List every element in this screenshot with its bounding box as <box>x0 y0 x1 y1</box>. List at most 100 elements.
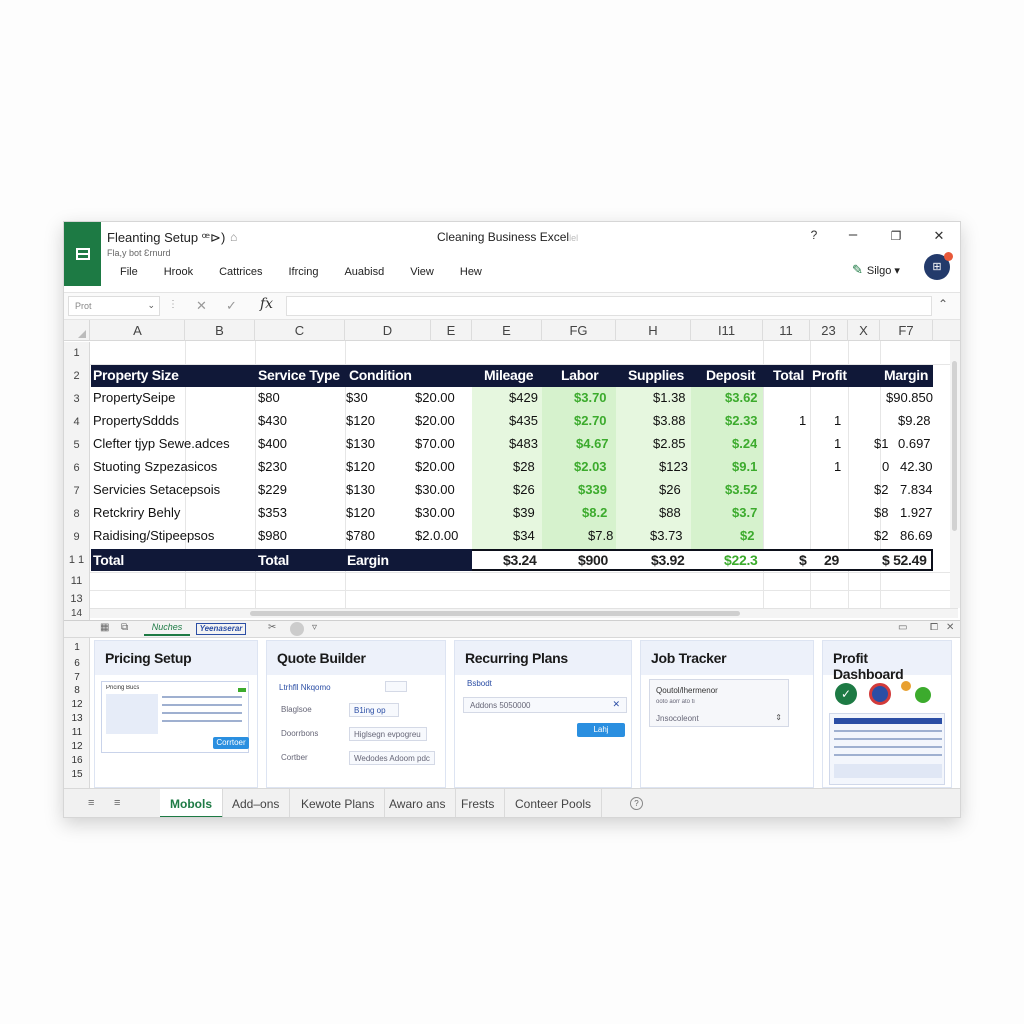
total-labor[interactable]: $900 <box>578 552 608 568</box>
header-property-size[interactable]: Property Size <box>93 367 179 383</box>
table-cell[interactable]: $90.850 <box>886 390 933 405</box>
help-circle-icon[interactable]: ? <box>630 797 643 810</box>
table-cell[interactable]: $1 <box>874 436 888 451</box>
row-header[interactable]: 12 <box>64 699 90 710</box>
row-header[interactable]: 6 <box>64 658 90 669</box>
quote-field[interactable]: B1ing op <box>349 703 399 717</box>
cancel-icon[interactable]: ✕ <box>196 298 207 314</box>
table-cell[interactable]: $2 <box>740 528 754 543</box>
row-header[interactable]: 7 <box>64 480 90 503</box>
formula-input[interactable] <box>286 296 932 316</box>
table-cell[interactable]: Retckriry Behly <box>93 505 253 520</box>
table-cell[interactable]: PropertySddds <box>93 413 253 428</box>
row-header[interactable]: 3 <box>64 388 90 411</box>
more-options-icon[interactable]: ⋮ <box>168 299 178 310</box>
header-supplies[interactable]: Supplies <box>628 367 684 383</box>
row-header[interactable]: 1 <box>64 642 90 653</box>
row-header[interactable]: 2 <box>64 365 90 388</box>
table-cell[interactable]: $7.8 <box>588 528 613 543</box>
sheet-tab-conteer-pools[interactable]: Conteer Pools <box>505 789 603 817</box>
column-header-d[interactable]: D <box>345 320 431 341</box>
total-label[interactable]: Total <box>93 552 124 568</box>
table-cell[interactable]: 1 <box>799 413 806 428</box>
table-cell[interactable]: $8 <box>874 505 888 520</box>
column-header-x[interactable]: X <box>848 320 880 341</box>
list-icon[interactable]: ≡ <box>114 797 120 809</box>
table-cell[interactable]: $2 <box>874 528 888 543</box>
sheet-tab-frests[interactable]: Frests <box>451 789 506 817</box>
close-pane-icon[interactable]: ✕ <box>946 622 954 633</box>
column-header-f7[interactable]: F7 <box>880 320 933 341</box>
table-cell[interactable]: $120 <box>346 459 375 474</box>
header-deposit[interactable]: Deposit <box>706 367 756 383</box>
table-cell[interactable]: $1.38 <box>653 390 686 405</box>
quote-item[interactable]: Blaglsoe <box>281 705 312 714</box>
row-header[interactable]: 1 1 <box>64 549 90 572</box>
scroll-thumb[interactable] <box>952 361 957 531</box>
row-header[interactable]: 4 <box>64 411 90 434</box>
table-cell[interactable]: $120 <box>346 505 375 520</box>
menu-file[interactable]: File <box>120 266 138 278</box>
table-cell[interactable]: Clefter tjyp Sewe.adces <box>93 436 255 451</box>
table-cell[interactable]: $430 <box>258 413 287 428</box>
table-cell[interactable]: Servicies Setacepsois <box>93 482 255 497</box>
header-labor[interactable]: Labor <box>561 367 599 383</box>
table-cell[interactable]: $130 <box>346 436 375 451</box>
table-cell[interactable]: $8.2 <box>582 505 607 520</box>
table-cell[interactable]: $26 <box>659 482 681 497</box>
column-header-23[interactable]: 23 <box>810 320 848 341</box>
table-cell[interactable]: $2.0.00 <box>415 528 458 543</box>
insert-function-icon[interactable]: fx <box>260 296 273 312</box>
table-cell[interactable]: $3.52 <box>725 482 758 497</box>
panel-icon[interactable]: ▭ <box>898 622 907 633</box>
table-cell[interactable]: 7.834 <box>900 482 933 497</box>
table-cell[interactable]: $30.00 <box>415 482 455 497</box>
column-header-fg[interactable]: FG <box>542 320 616 341</box>
table-cell[interactable]: $9.28 <box>898 413 931 428</box>
scroll-thumb[interactable] <box>250 611 740 616</box>
table-cell[interactable]: $3.62 <box>725 390 758 405</box>
row-header[interactable]: 16 <box>64 755 90 766</box>
header-margin[interactable]: Margin <box>884 367 928 383</box>
menu-icon[interactable]: ≡ <box>88 797 94 809</box>
table-cell[interactable]: $3.73 <box>650 528 683 543</box>
table-cell[interactable]: $353 <box>258 505 287 520</box>
help-icon[interactable]: ? <box>804 228 824 242</box>
table-cell[interactable]: $483 <box>509 436 538 451</box>
total-supplies[interactable]: $3.92 <box>651 552 685 568</box>
header-service-type[interactable]: Service Type <box>258 367 340 383</box>
header-total[interactable]: Total <box>773 367 804 383</box>
quote-toggle[interactable] <box>385 681 407 692</box>
table-cell[interactable]: Stuoting Szpezasicos <box>93 459 255 474</box>
total-deposit[interactable]: $22.3 <box>724 552 758 568</box>
table-cell[interactable]: $26 <box>513 482 535 497</box>
column-header-e2[interactable]: E <box>472 320 542 341</box>
row-header[interactable]: 8 <box>64 503 90 526</box>
table-cell[interactable]: $9.1 <box>732 459 757 474</box>
row-header[interactable]: 11 <box>64 572 90 590</box>
row-header[interactable]: 7 <box>64 672 90 683</box>
job-card[interactable]: Qoutol/lhermenor ooto aorr ato ti Jnsoco… <box>649 679 789 727</box>
table-cell[interactable]: PropertySeipe <box>93 390 253 405</box>
name-box[interactable]: Prot ⌄ <box>68 296 160 316</box>
menu-ifrcing[interactable]: Ifrcing <box>288 266 318 278</box>
pricing-setup-panel[interactable]: Pricing Setup Pricing Bucs Corrtoer <box>94 640 258 788</box>
table-cell[interactable]: $30.00 <box>415 505 455 520</box>
record-icon[interactable] <box>290 622 304 636</box>
pricing-button[interactable]: Corrtoer <box>213 737 249 749</box>
recurring-plans-panel[interactable]: Recurring Plans Bsbodt Addons 5050000 ✕ L… <box>454 640 632 788</box>
minimize-button[interactable]: – <box>843 226 863 243</box>
table-cell[interactable]: $2.03 <box>574 459 607 474</box>
quote-field[interactable]: Wedodes Adoom pdc <box>349 751 435 765</box>
recurring-item[interactable]: Bsbodt <box>467 679 492 688</box>
close-button[interactable]: ✕ <box>929 228 949 244</box>
table-cell[interactable]: $3.70 <box>574 390 607 405</box>
popout-icon[interactable]: ⧠ <box>930 622 938 633</box>
table-cell[interactable]: $229 <box>258 482 287 497</box>
vertical-scrollbar[interactable] <box>950 341 960 608</box>
table-cell[interactable]: 0 <box>882 459 889 474</box>
table-cell[interactable]: $130 <box>346 482 375 497</box>
table-cell[interactable]: $339 <box>578 482 607 497</box>
table-cell[interactable]: $2.33 <box>725 413 758 428</box>
row-header[interactable]: 11 <box>64 727 90 738</box>
